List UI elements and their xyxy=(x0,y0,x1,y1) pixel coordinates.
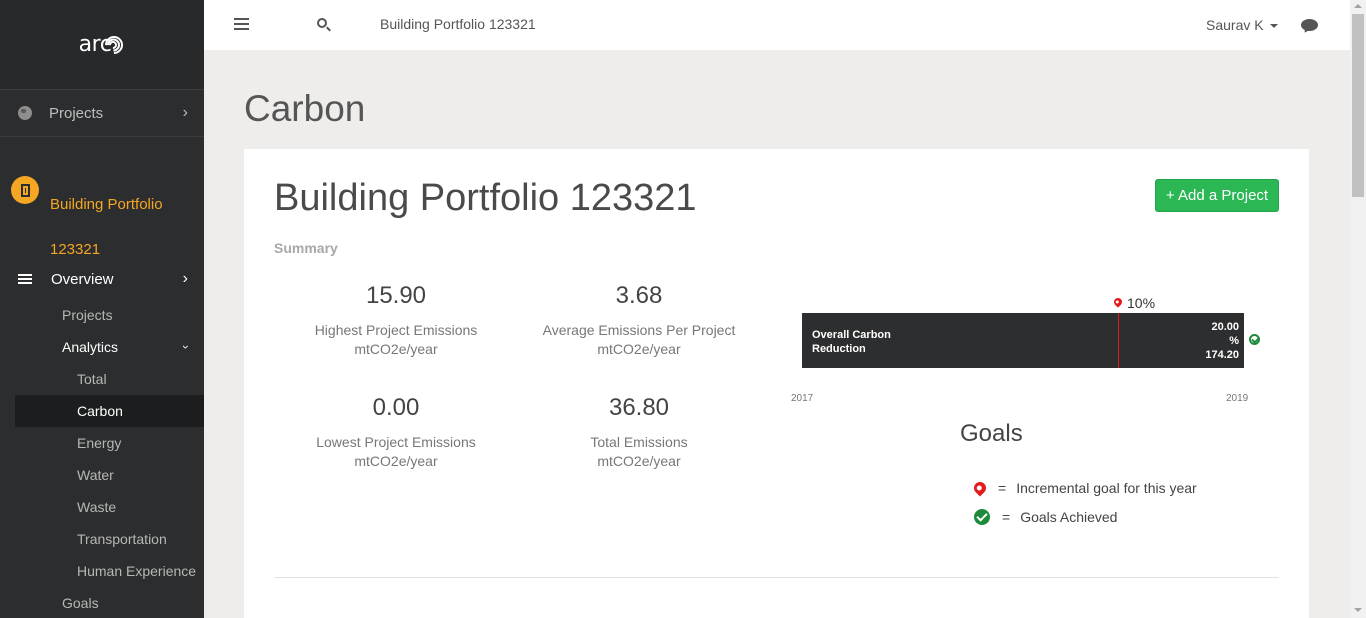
sidebar-item-overview[interactable]: Overview › xyxy=(0,263,204,295)
scroll-thumb[interactable] xyxy=(1352,14,1364,197)
caret-down-icon xyxy=(1269,24,1278,29)
portfolio-name: Building Portfolio 123321 xyxy=(50,182,190,272)
bar-label: Overall Carbon Reduction xyxy=(812,328,912,356)
stat-label: Total Emissions mtCO2e/year xyxy=(529,433,749,471)
carbon-reduction-bar: Overall Carbon Reduction 20.00 % 174.20 xyxy=(802,313,1244,368)
sidebar-item-label: Human Experience xyxy=(77,563,197,579)
chevron-right-icon: › xyxy=(182,270,188,287)
sidebar-portfolio[interactable]: Building Portfolio 123321 xyxy=(0,170,204,258)
user-name: Saurav K xyxy=(1206,17,1264,33)
stat-label: Lowest Project Emissions mtCO2e/year xyxy=(286,433,506,471)
user-menu[interactable]: Saurav K xyxy=(1206,17,1278,33)
chevron-down-icon: › xyxy=(179,345,193,349)
bar-value: 20.00 % 174.20 xyxy=(1205,320,1239,362)
topbar-title: Building Portfolio 123321 xyxy=(380,16,536,32)
logo-text: arc xyxy=(79,31,128,58)
card-title: Building Portfolio 123321 xyxy=(274,177,697,219)
stat-value: 36.80 xyxy=(608,394,670,421)
legend-incremental-goal: = Incremental goal for this year xyxy=(971,479,1197,497)
bar-value-percent-sign: % xyxy=(1229,335,1239,347)
sidebar-item-energy[interactable]: Energy xyxy=(0,427,204,459)
legend-incremental-label: Incremental goal for this year xyxy=(1016,480,1197,496)
sidebar-item-goals[interactable]: Goals xyxy=(0,587,204,618)
bar-value-amount: 174.20 xyxy=(1205,349,1239,361)
logo-rings-icon xyxy=(101,31,128,58)
sidebar-item-total[interactable]: Total xyxy=(0,363,204,395)
sidebar-item-label: Analytics xyxy=(62,339,119,355)
sidebar-item-transportation[interactable]: Transportation xyxy=(0,523,204,555)
check-circle-icon xyxy=(1249,334,1260,345)
stat-label-text: Total Emissions xyxy=(590,434,688,450)
stat-value: 15.90 xyxy=(365,282,427,309)
goal-line xyxy=(1118,313,1119,368)
bar-label-line2: Reduction xyxy=(812,343,866,355)
stat-average-emissions: 3.68 Average Emissions Per Project mtCO2e… xyxy=(529,282,749,359)
globe-icon xyxy=(18,106,32,120)
goals-title: Goals xyxy=(960,420,1023,447)
sidebar-item-label: Water xyxy=(77,467,114,483)
stat-value: 0.00 xyxy=(372,394,420,421)
chevron-right-icon: › xyxy=(182,104,188,121)
sidebar-item-waste[interactable]: Waste xyxy=(0,491,204,523)
sidebar-item-water[interactable]: Water xyxy=(0,459,204,491)
legend-equals: = xyxy=(1002,509,1011,525)
sidebar-item-analytics[interactable]: Analytics › xyxy=(0,331,204,363)
stat-label-text: Lowest Project Emissions xyxy=(316,434,476,450)
bar-label-line1: Overall Carbon xyxy=(812,329,891,341)
logo[interactable]: arc xyxy=(0,0,204,89)
legend-goals-achieved: = Goals Achieved xyxy=(974,509,1117,525)
goal-marker-label: 10% xyxy=(1127,295,1156,311)
stat-unit: mtCO2e/year xyxy=(354,341,438,357)
sidebar-item-label: Waste xyxy=(77,499,117,515)
stat-value: 3.68 xyxy=(615,282,663,309)
add-project-button[interactable]: + Add a Project xyxy=(1155,179,1279,212)
stat-label: Average Emissions Per Project mtCO2e/year xyxy=(529,321,749,359)
scroll-down-arrow-icon[interactable] xyxy=(1354,608,1362,612)
check-circle-icon xyxy=(974,509,990,525)
sliders-icon xyxy=(18,273,32,285)
sidebar-overview-label: Overview xyxy=(51,270,114,288)
scroll-up-arrow-icon[interactable] xyxy=(1354,4,1362,8)
bar-value-percent: 20.00 xyxy=(1211,321,1239,333)
stat-unit: mtCO2e/year xyxy=(597,453,681,469)
building-icon xyxy=(11,176,39,204)
sidebar-item-projects-top[interactable]: Projects › xyxy=(0,89,204,137)
summary-label: Summary xyxy=(274,240,338,256)
topbar: Building Portfolio 123321 Saurav K xyxy=(204,0,1350,50)
sidebar-item-label: Total xyxy=(77,371,107,387)
hamburger-menu-icon[interactable] xyxy=(234,18,249,31)
stat-highest-emissions: 15.90 Highest Project Emissions mtCO2e/ye… xyxy=(286,282,506,359)
sidebar-item-label: Projects xyxy=(62,307,113,323)
stat-label-text: Average Emissions Per Project xyxy=(542,322,736,338)
stat-label-text: Highest Project Emissions xyxy=(314,322,478,338)
search-icon[interactable] xyxy=(317,18,327,28)
stat-lowest-emissions: 0.00 Lowest Project Emissions mtCO2e/year xyxy=(286,394,506,471)
chat-icon[interactable] xyxy=(1301,19,1318,31)
scrollbar[interactable] xyxy=(1350,0,1366,618)
year-end-label: 2019 xyxy=(1226,393,1249,404)
legend-equals: = xyxy=(998,480,1007,496)
sidebar: arc Projects › Building Portfolio 123321… xyxy=(0,0,204,618)
stat-total-emissions: 36.80 Total Emissions mtCO2e/year xyxy=(529,394,749,471)
stat-unit: mtCO2e/year xyxy=(597,341,681,357)
sidebar-item-human-experience[interactable]: Human Experience xyxy=(0,555,204,587)
stat-label: Highest Project Emissions mtCO2e/year xyxy=(286,321,506,359)
sidebar-item-carbon[interactable]: Carbon xyxy=(15,395,204,427)
sidebar-item-label: Transportation xyxy=(77,531,167,547)
incremental-goal-marker: 10% xyxy=(1112,295,1156,311)
portfolio-name-line1: Building Portfolio xyxy=(50,196,163,213)
divider xyxy=(274,577,1279,578)
stat-unit: mtCO2e/year xyxy=(354,453,438,469)
sidebar-item-label: Energy xyxy=(77,435,122,451)
map-pin-icon xyxy=(1112,296,1124,308)
sidebar-item-label: Carbon xyxy=(77,403,123,419)
sidebar-projects-label: Projects xyxy=(49,104,104,122)
map-pin-icon xyxy=(971,479,989,497)
sidebar-item-projects[interactable]: Projects xyxy=(0,299,204,331)
sidebar-item-label: Goals xyxy=(62,595,99,611)
year-start-label: 2017 xyxy=(791,393,814,404)
page-title: Carbon xyxy=(244,88,366,129)
legend-achieved-label: Goals Achieved xyxy=(1020,509,1118,525)
summary-card: Building Portfolio 123321 + Add a Projec… xyxy=(244,149,1309,618)
